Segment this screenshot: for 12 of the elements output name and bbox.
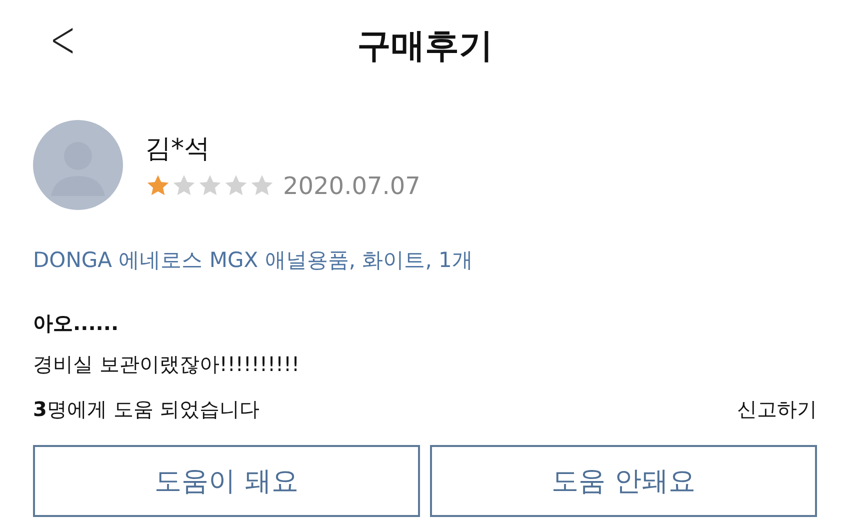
helpful-count: 3명에게 도움 되었습니다: [33, 396, 260, 423]
review-headline: 아오......: [33, 310, 120, 337]
vote-button[interactable]: 도움 안돼요: [430, 445, 817, 517]
avatar-icon: [33, 120, 123, 210]
reviewer-name: 김*석: [145, 132, 211, 166]
page-title: 구매후기: [357, 25, 493, 68]
product-option: DONGA 에네로스 MGX 애널용품, 화이트, 1개: [33, 246, 817, 274]
review-date: 2020.07.07: [283, 172, 420, 200]
report-link[interactable]: 신고하기: [737, 396, 817, 423]
back-button[interactable]: <: [50, 14, 76, 66]
vote-button[interactable]: 도움이 돼요: [33, 445, 420, 517]
review-text: 경비실 보관이랬잖아!!!!!!!!!!: [33, 351, 301, 378]
